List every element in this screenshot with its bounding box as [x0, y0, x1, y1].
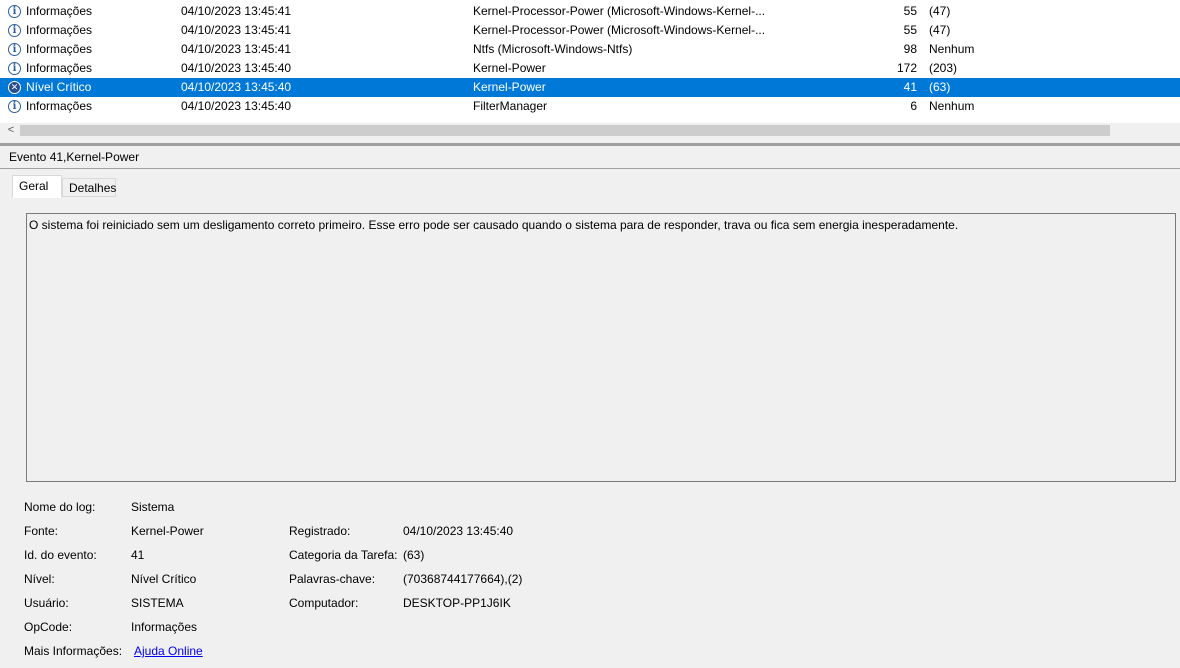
- event-description[interactable]: O sistema foi reiniciado sem um desligam…: [26, 213, 1176, 482]
- user-value: SISTEMA: [131, 596, 184, 610]
- source-label: Fonte:: [24, 524, 59, 538]
- scroll-left-icon[interactable]: <: [4, 123, 18, 138]
- event-row[interactable]: ✕ Nível Crítico 04/10/2023 13:45:40 Kernel-…: [0, 78, 1180, 97]
- level-value: Nível Crítico: [131, 572, 197, 586]
- source-value: Kernel-Power: [131, 524, 204, 538]
- event-category: (63): [929, 80, 951, 94]
- event-source: Kernel-Processor-Power (Microsoft-Window…: [473, 4, 766, 18]
- critical-icon: ✕: [8, 81, 21, 94]
- task-category-value: (63): [403, 548, 425, 562]
- info-icon: i: [8, 43, 21, 56]
- event-id: 172: [896, 61, 917, 75]
- event-level: Informações: [26, 99, 93, 113]
- event-date: 04/10/2023 13:45:41: [181, 42, 292, 56]
- log-name-label: Nome do log:: [24, 500, 96, 514]
- user-label: Usuário:: [24, 596, 69, 610]
- event-level: Informações: [26, 4, 93, 18]
- event-date: 04/10/2023 13:45:40: [181, 80, 292, 94]
- event-source: Kernel-Processor-Power (Microsoft-Window…: [473, 23, 766, 37]
- event-id: 6: [910, 99, 917, 113]
- opcode-label: OpCode:: [24, 620, 73, 634]
- more-info-label: Mais Informações:: [24, 644, 123, 658]
- opcode-value: Informações: [131, 620, 198, 634]
- logged-label: Registrado:: [289, 524, 351, 538]
- event-date: 04/10/2023 13:45:40: [181, 99, 292, 113]
- info-icon: i: [8, 62, 21, 75]
- event-row[interactable]: i Informações 04/10/2023 13:45:40 FilterMan…: [0, 97, 1180, 116]
- event-source: Kernel-Power: [473, 61, 546, 75]
- event-id-value: 41: [131, 548, 145, 562]
- event-detail-title: Evento 41,Kernel-Power: [9, 150, 140, 164]
- event-list[interactable]: i Informações 04/10/2023 13:45:41 Kernel-Pr…: [0, 0, 1180, 138]
- scrollbar-thumb[interactable]: [20, 125, 1110, 136]
- info-icon: i: [8, 5, 21, 18]
- event-date: 04/10/2023 13:45:41: [181, 4, 292, 18]
- event-source: Ntfs (Microsoft-Windows-Ntfs): [473, 42, 633, 56]
- level-label: Nível:: [24, 572, 55, 586]
- event-category: (203): [929, 61, 958, 75]
- event-source: Kernel-Power: [473, 80, 546, 94]
- tab-details[interactable]: Detalhes: [62, 178, 116, 197]
- horizontal-scrollbar[interactable]: <: [0, 123, 1180, 138]
- event-row[interactable]: i Informações 04/10/2023 13:45:41 Kernel-Pr…: [0, 2, 1180, 21]
- keywords-label: Palavras-chave:: [289, 572, 376, 586]
- event-category: Nenhum: [929, 42, 975, 56]
- event-id: 98: [903, 42, 917, 56]
- info-icon: i: [8, 24, 21, 37]
- detail-header: Evento 41,Kernel-Power: [0, 146, 1180, 169]
- event-source: FilterManager: [473, 99, 548, 113]
- event-row[interactable]: i Informações 04/10/2023 13:45:41 Ntfs (Mic…: [0, 40, 1180, 59]
- event-category: Nenhum: [929, 99, 975, 113]
- event-row[interactable]: i Informações 04/10/2023 13:45:40 Kernel-Po…: [0, 59, 1180, 78]
- tab-general[interactable]: Geral: [12, 175, 62, 198]
- log-name-value: Sistema: [131, 500, 175, 514]
- task-category-label: Categoria da Tarefa:: [289, 548, 398, 562]
- logged-value: 04/10/2023 13:45:40: [403, 524, 514, 538]
- keywords-value: (70368744177664),(2): [403, 572, 523, 586]
- event-category: (47): [929, 23, 951, 37]
- computer-value: DESKTOP-PP1J6IK: [403, 596, 511, 610]
- event-id-label: Id. do evento:: [24, 548, 97, 562]
- event-date: 04/10/2023 13:45:41: [181, 23, 292, 37]
- event-id: 55: [903, 4, 917, 18]
- event-level: Informações: [26, 42, 93, 56]
- event-level: Informações: [26, 61, 93, 75]
- computer-label: Computador:: [289, 596, 359, 610]
- event-id: 55: [903, 23, 917, 37]
- event-row[interactable]: i Informações 04/10/2023 13:45:41 Kernel-Pr…: [0, 21, 1180, 40]
- event-date: 04/10/2023 13:45:40: [181, 61, 292, 75]
- event-level: Informações: [26, 23, 93, 37]
- event-id: 41: [903, 80, 917, 94]
- online-help-link[interactable]: Ajuda Online: [134, 644, 203, 658]
- event-level: Nível Crítico: [26, 80, 92, 94]
- event-category: (47): [929, 4, 951, 18]
- info-icon: i: [8, 100, 21, 113]
